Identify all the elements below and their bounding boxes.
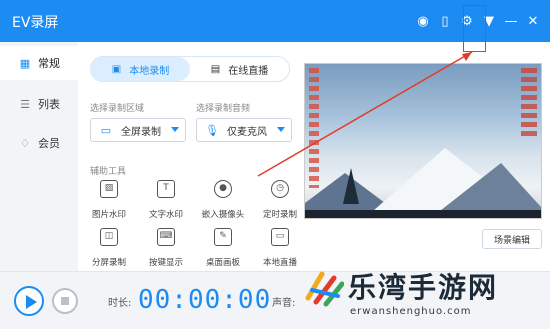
record-audio-select[interactable]: 🎙 仅麦克风 [196, 118, 292, 142]
mode-tabs: ▣ 本地录制 ▤ 在线直播 [90, 56, 290, 82]
tool-label: 桌面画板 [205, 258, 240, 268]
close-icon[interactable]: ✕ [522, 10, 544, 32]
screen-preview [304, 63, 542, 219]
keyboard-icon: ⌨ [157, 228, 175, 246]
area-field-label: 选择录制区域 [90, 104, 145, 114]
user-icon[interactable]: ◉ [412, 10, 434, 32]
watermark-text: 乐湾手游网 [348, 271, 499, 304]
sidebar-item-general[interactable]: ▦ 常规 [0, 46, 78, 80]
sidebar-item-list[interactable]: ☰ 列表 [0, 87, 78, 121]
video-icon: ▣ [111, 63, 122, 75]
tool-label: 分屏录制 [91, 258, 126, 268]
tool-label: 图片水印 [91, 210, 126, 220]
monitor-icon: ▭ [271, 228, 289, 246]
tab-label: 本地录制 [129, 65, 170, 77]
tool-scheduled-recording[interactable]: ◷ 定时录制 [252, 180, 308, 221]
app-title: EV录屏 [12, 15, 59, 31]
minimize-icon[interactable]: — [500, 10, 522, 32]
record-area-select[interactable]: ▭ 全屏录制 [90, 118, 186, 142]
microphone-icon: 🎙 [205, 123, 219, 137]
list-icon: ☰ [20, 97, 30, 111]
split-screen-icon: ◫ [100, 228, 118, 246]
calendar-icon: ▤ [210, 63, 221, 75]
sidebar: ▦ 常规 ☰ 列表 ♢ 会员 [0, 42, 78, 271]
watermark-logo-icon [305, 271, 344, 307]
diamond-icon: ♢ [20, 136, 30, 150]
watermark-url: erwanshenghuo.com [350, 306, 472, 317]
record-area-value: 全屏录制 [121, 126, 161, 138]
tool-label: 按键显示 [148, 258, 183, 268]
tab-label: 在线直播 [228, 65, 269, 77]
monitor-icon: ▭ [100, 123, 112, 137]
phone-icon[interactable]: ▯ [434, 10, 456, 32]
tool-embed-camera[interactable]: ● 嵌入摄像头 [195, 180, 251, 221]
start-recording-button[interactable] [14, 286, 44, 316]
tab-live-stream[interactable]: ▤ 在线直播 [190, 57, 289, 81]
chevron-down-icon [171, 127, 179, 132]
tool-key-display[interactable]: ⌨ 按键显示 [138, 228, 194, 269]
stop-recording-button[interactable] [52, 288, 78, 314]
preview-desktop-icons [309, 68, 319, 188]
site-watermark: 乐湾手游网 erwanshenghuo.com [300, 262, 550, 329]
sidebar-item-label: 会员 [38, 137, 60, 150]
tool-label: 嵌入摄像头 [201, 210, 245, 220]
preview-desktop-icons-right [521, 68, 537, 138]
recording-timer: 00:00:00 [138, 285, 272, 315]
tool-label: 本地直播 [262, 258, 297, 268]
tool-image-watermark[interactable]: ▨ 图片水印 [81, 180, 137, 221]
volume-label: 声音: [272, 298, 296, 309]
chevron-down-icon [277, 127, 285, 132]
image-icon: ▨ [100, 180, 118, 198]
drawing-board-icon: ✎ [214, 228, 232, 246]
text-icon: T [157, 180, 175, 198]
sidebar-item-label: 列表 [38, 98, 60, 111]
tool-label: 文字水印 [148, 210, 183, 220]
tool-desktop-drawing[interactable]: ✎ 桌面画板 [195, 228, 251, 269]
tab-local-recording[interactable]: ▣ 本地录制 [91, 57, 190, 81]
preview-taskbar [305, 210, 541, 218]
alarm-icon: ◷ [271, 180, 289, 198]
tool-split-screen[interactable]: ◫ 分屏录制 [81, 228, 137, 269]
audio-field-label: 选择录制音频 [196, 104, 251, 114]
tool-text-watermark[interactable]: T 文字水印 [138, 180, 194, 221]
record-audio-value: 仅麦克风 [227, 126, 267, 138]
grid-icon: ▦ [19, 56, 31, 70]
tool-label: 定时录制 [262, 210, 297, 220]
scene-edit-button[interactable]: 场景编辑 [482, 229, 542, 249]
camera-icon: ● [214, 180, 232, 198]
sidebar-item-label: 常规 [38, 57, 60, 70]
tools-section-label: 辅助工具 [90, 167, 127, 177]
annotation-highlight-box [463, 5, 486, 52]
preview-tree [343, 168, 359, 204]
sidebar-item-membership[interactable]: ♢ 会员 [0, 126, 78, 160]
duration-label: 时长: [108, 298, 132, 309]
